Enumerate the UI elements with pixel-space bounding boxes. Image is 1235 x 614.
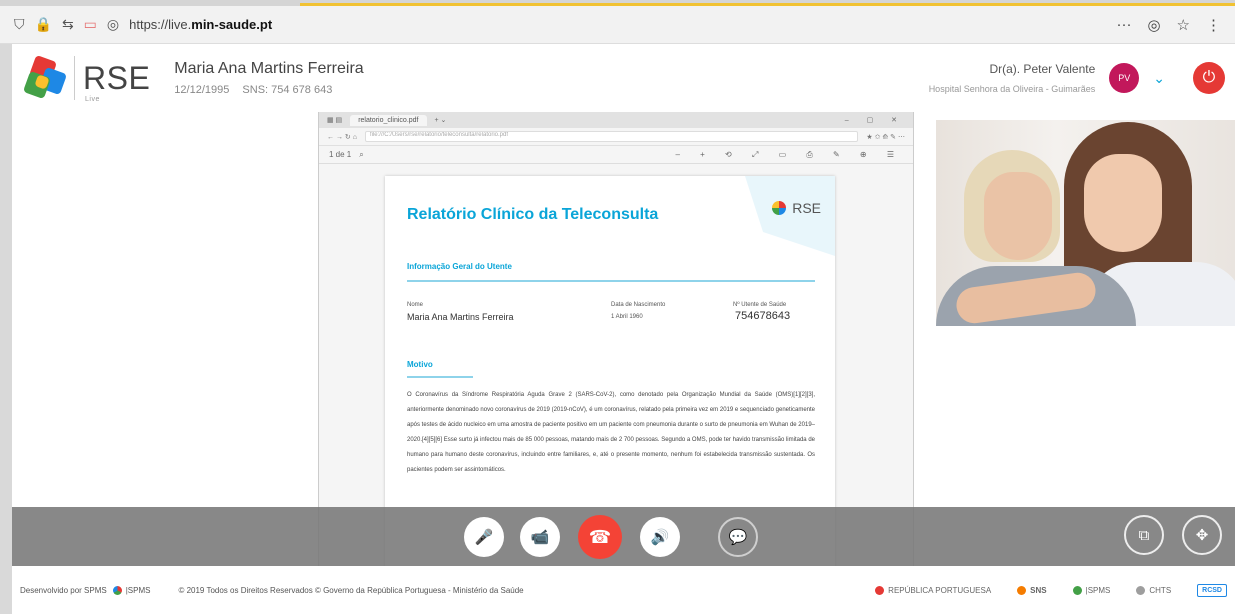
more-icon[interactable]: ··· [1116, 16, 1131, 33]
power-icon[interactable]: ⏻ [1193, 62, 1225, 94]
rse-logo-icon [22, 54, 68, 100]
address-bar[interactable]: https://live.min-saude.pt [129, 17, 272, 32]
patient-dob: 12/12/1995 [174, 84, 230, 96]
dob-label: Data de Nascimento [611, 302, 666, 308]
viewer-url-field[interactable]: file:///C:/Users/rse/relatorio/teleconsu… [364, 131, 859, 142]
url-prefix: https://live. [129, 17, 192, 32]
menu-icon[interactable]: ⋮ [1206, 16, 1221, 34]
spms-partner-logo: |SPMS [1072, 585, 1110, 595]
viewer-tab-bar: ▦ ▤ relatorio_clinico.pdf + ⌄ – ▢ ✕ [319, 112, 913, 128]
doctor-name: Dr(a). Peter Valente [989, 62, 1096, 76]
developed-by: Desenvolvido por SPMS [20, 585, 107, 595]
window-controls[interactable]: – ▢ ✕ [845, 116, 905, 124]
page-indicator[interactable]: 1 de 1 [329, 150, 351, 159]
pdf-search-icon[interactable]: ⌕ [359, 150, 363, 160]
doc-logo-text: RSE [792, 200, 821, 216]
app-header: RSE Live Maria Ana Martins Ferreira 12/1… [12, 44, 1235, 112]
shared-document-window: ▦ ▤ relatorio_clinico.pdf + ⌄ – ▢ ✕ ← → … [318, 112, 914, 568]
sns-logo: SNS [1017, 585, 1047, 595]
republica-portuguesa-logo: REPÚBLICA PORTUGUESA [875, 585, 991, 595]
spms-logo-text: |SPMS [125, 585, 151, 595]
main-content: ▦ ▤ relatorio_clinico.pdf + ⌄ – ▢ ✕ ← → … [12, 112, 1235, 568]
doctor-info: Dr(a). Peter Valente Hospital Senhora da… [929, 62, 1096, 94]
pdf-tools-icon[interactable]: – + ⟲ ⤢ ▭ ⎙ ✎ ⊕ ☰ [675, 150, 903, 160]
camera-permission-icon[interactable]: ▭ [84, 16, 97, 33]
viewer-nav-icon[interactable]: ▦ ▤ [327, 116, 342, 124]
section-divider [407, 280, 815, 282]
page-corner-decor [745, 176, 835, 256]
rcsd-logo: RCSD [1197, 583, 1227, 597]
flag-icon [875, 585, 885, 595]
doc-logo: RSE [772, 200, 821, 216]
move-video-button[interactable]: ✥ [1182, 515, 1222, 555]
rse-logo-text: RSE Live [83, 59, 151, 103]
name-label: Nome [407, 302, 424, 308]
patient-meta: 12/12/1995 SNS: 754 678 643 [174, 84, 363, 96]
rse-mini-logo-icon [772, 201, 787, 215]
chat-button[interactable]: 💬 [718, 517, 758, 557]
doc-title: Relatório Clínico da Teleconsulta [407, 206, 659, 223]
browser-actions: ··· ◎ ☆ ⋮ [1116, 16, 1221, 34]
bookmark-star-icon[interactable]: ☆ [1177, 16, 1190, 34]
lock-icon[interactable]: 🔒 [35, 16, 52, 33]
microphone-button[interactable]: 🎤 [464, 517, 504, 557]
video-person [984, 172, 1052, 260]
new-tab-icon[interactable]: + ⌄ [435, 116, 447, 124]
pdf-toolbar: 1 de 1 ⌕ – + ⟲ ⤢ ▭ ⎙ ✎ ⊕ ☰ [319, 146, 913, 164]
viewer-actions-icon[interactable]: ★ ✩ ⟰ ✎ ⋯ [866, 133, 905, 141]
shield-icon[interactable]: ⛉ [14, 16, 25, 33]
user-number-label: Nº Utente de Saúde [733, 302, 787, 308]
spms-logo: |SPMS [112, 585, 151, 595]
footer: Desenvolvido por SPMS |SPMS © 2019 Todos… [12, 566, 1235, 614]
share-screen-button[interactable]: ⧉ [1124, 515, 1164, 555]
video-person [1084, 154, 1162, 252]
call-control-bar: 🎤 📹 ☎ 🔊 💬 ⧉ ✥ [12, 507, 1235, 566]
spms-logo-icon [112, 585, 122, 595]
spms-icon [1072, 585, 1082, 595]
doctor-hospital: Hospital Senhora da Oliveira - Guimarães [928, 84, 1096, 94]
video-feed [936, 120, 1235, 326]
url-host: min-saude.pt [191, 17, 273, 32]
patient-info: Maria Ana Martins Ferreira 12/12/1995 SN… [174, 60, 363, 96]
microphone-permission-icon[interactable]: ◎ [107, 16, 119, 33]
chts-icon [1136, 585, 1146, 595]
patient-sns: SNS: 754 678 643 [242, 84, 333, 96]
back-forward-icon[interactable]: ← → ↻ ⌂ [327, 133, 357, 141]
partner-logos: REPÚBLICA PORTUGUESA SNS |SPMS CHTS RCSD [875, 583, 1227, 597]
permissions-icon[interactable]: ⇆ [62, 16, 74, 33]
section-motivo: Motivo [407, 360, 433, 369]
name-value: Maria Ana Martins Ferreira [407, 312, 514, 322]
logo-label: RSE [83, 59, 151, 96]
browser-toolbar: ⛉ 🔒 ⇆ ▭ ◎ https://live.min-saude.pt ··· … [0, 6, 1235, 44]
patient-name: Maria Ana Martins Ferreira [174, 60, 364, 77]
avatar[interactable]: PV [1109, 63, 1140, 93]
viewer-tab[interactable]: relatorio_clinico.pdf [350, 114, 427, 126]
chts-logo: CHTS [1136, 585, 1171, 595]
sns-icon [1017, 585, 1027, 595]
volume-button[interactable]: 🔊 [640, 517, 680, 557]
viewer-address-bar: ← → ↻ ⌂ file:///C:/Users/rse/relatorio/t… [319, 128, 913, 146]
pocket-icon[interactable]: ◎ [1147, 16, 1160, 34]
camera-button[interactable]: 📹 [520, 517, 560, 557]
doc-body-text: O Coronavírus da Síndrome Respiratória A… [407, 392, 815, 473]
dob-value: 1 Abril 1960 [611, 314, 643, 320]
section-motivo-divider [407, 376, 473, 378]
hang-up-button[interactable]: ☎ [578, 515, 622, 559]
user-number-value: 754678643 [735, 310, 791, 322]
logo-divider [74, 56, 75, 100]
logo-sub-label: Live [85, 95, 100, 103]
chevron-down-icon[interactable]: ⌄ [1153, 70, 1165, 87]
copyright: © 2019 Todos os Direitos Reservados © Go… [178, 585, 524, 595]
section-general-info: Informação Geral do Utente [407, 262, 512, 271]
